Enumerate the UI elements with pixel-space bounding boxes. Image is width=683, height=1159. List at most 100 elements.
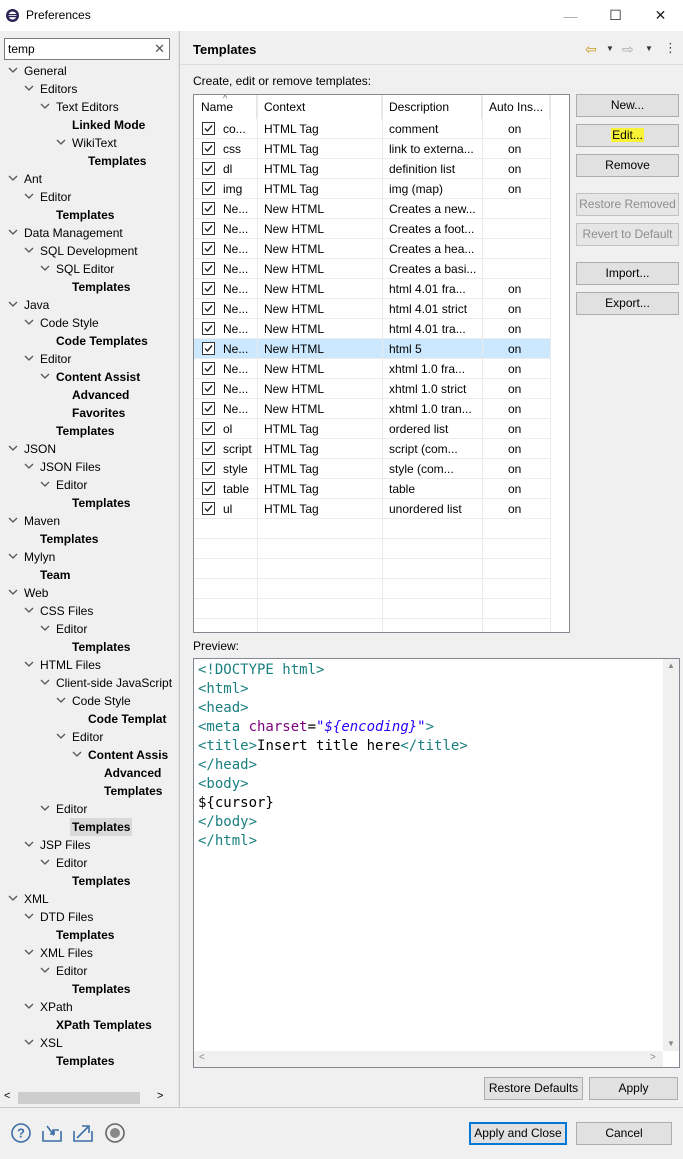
chevron-down-icon[interactable] [24, 908, 34, 926]
chevron-down-icon[interactable] [8, 584, 18, 602]
table-row[interactable]: Ne... New HTML xhtml 1.0 strict on [194, 379, 550, 399]
enabled-checkbox[interactable] [202, 422, 215, 435]
filter-field[interactable]: temp ✕ [4, 38, 170, 60]
scroll-right-icon[interactable]: > [157, 1090, 163, 1102]
restore-defaults-button[interactable]: Restore Defaults [484, 1077, 583, 1100]
column-header-auto-insert[interactable]: Auto Ins... [482, 95, 550, 119]
forward-arrow-icon[interactable]: ⇨ [622, 41, 634, 58]
enabled-checkbox[interactable] [202, 202, 215, 215]
scroll-up-icon[interactable]: ▲ [667, 661, 675, 670]
table-row[interactable]: css HTML Tag link to externa... on [194, 139, 550, 159]
enabled-checkbox[interactable] [202, 502, 215, 515]
table-row[interactable]: co... HTML Tag comment on [194, 119, 550, 139]
preference-tree[interactable]: General Editors Text Editors Linked Mode Wik… [0, 62, 178, 1090]
apply-and-close-button[interactable]: Apply and Close [469, 1122, 567, 1145]
chevron-down-icon[interactable] [8, 440, 18, 458]
chevron-down-icon[interactable] [8, 224, 18, 242]
chevron-down-icon[interactable] [40, 674, 50, 692]
edit-button[interactable]: Edit... [576, 124, 679, 147]
table-row[interactable]: Ne... New HTML Creates a new... [194, 199, 550, 219]
export-preferences-icon[interactable] [72, 1123, 94, 1143]
chevron-down-icon[interactable] [8, 62, 18, 80]
chevron-down-icon[interactable] [40, 962, 50, 980]
table-row[interactable]: Ne... New HTML Creates a basi... [194, 259, 550, 279]
chevron-down-icon[interactable] [8, 548, 18, 566]
import-button[interactable]: Import... [576, 262, 679, 285]
table-row[interactable]: Ne... New HTML xhtml 1.0 fra... on [194, 359, 550, 379]
table-row[interactable]: script HTML Tag script (com... on [194, 439, 550, 459]
scroll-left-icon[interactable]: < [4, 1090, 10, 1102]
enabled-checkbox[interactable] [202, 362, 215, 375]
import-preferences-icon[interactable] [41, 1123, 63, 1143]
preview-editor[interactable]: <!DOCTYPE html> <html> <head> <meta charset… [193, 658, 680, 1068]
table-row[interactable]: ol HTML Tag ordered list on [194, 419, 550, 439]
preview-horizontal-scrollbar[interactable]: < > [194, 1051, 663, 1067]
new-button[interactable]: New... [576, 94, 679, 117]
table-row[interactable]: Ne... New HTML xhtml 1.0 tran... on [194, 399, 550, 419]
enabled-checkbox[interactable] [202, 222, 215, 235]
chevron-down-icon[interactable] [8, 890, 18, 908]
chevron-down-icon[interactable] [24, 602, 34, 620]
chevron-down-icon[interactable] [24, 80, 34, 98]
chevron-down-icon[interactable] [40, 368, 50, 386]
column-header-name[interactable]: Name ^ [194, 95, 257, 119]
chevron-down-icon[interactable] [40, 476, 50, 494]
chevron-down-icon[interactable] [24, 1034, 34, 1052]
preview-vertical-scrollbar[interactable]: ▲ ▼ [663, 659, 679, 1051]
table-row[interactable]: table HTML Tag table on [194, 479, 550, 499]
chevron-down-icon[interactable] [8, 296, 18, 314]
record-icon[interactable] [104, 1123, 126, 1143]
scroll-thumb[interactable] [18, 1092, 140, 1104]
enabled-checkbox[interactable] [202, 482, 215, 495]
enabled-checkbox[interactable] [202, 402, 215, 415]
chevron-down-icon[interactable] [24, 836, 34, 854]
back-arrow-icon[interactable]: ⇦ [585, 41, 597, 58]
table-row[interactable]: Ne... New HTML html 4.01 strict on [194, 299, 550, 319]
enabled-checkbox[interactable] [202, 462, 215, 475]
forward-dropdown-icon[interactable]: ▼ [645, 44, 653, 53]
chevron-down-icon[interactable] [24, 944, 34, 962]
scroll-right-icon[interactable]: > [650, 1052, 656, 1063]
remove-button[interactable]: Remove [576, 154, 679, 177]
chevron-down-icon[interactable] [24, 656, 34, 674]
chevron-down-icon[interactable] [8, 512, 18, 530]
export-button[interactable]: Export... [576, 292, 679, 315]
enabled-checkbox[interactable] [202, 442, 215, 455]
chevron-down-icon[interactable] [40, 260, 50, 278]
chevron-down-icon[interactable] [56, 134, 66, 152]
chevron-down-icon[interactable] [24, 242, 34, 260]
tree-horizontal-scrollbar[interactable]: < > [0, 1090, 178, 1106]
pane-divider[interactable] [178, 31, 180, 1107]
cancel-button[interactable]: Cancel [576, 1122, 672, 1145]
apply-button[interactable]: Apply [589, 1077, 678, 1100]
help-icon[interactable]: ? [10, 1123, 32, 1143]
table-row[interactable]: style HTML Tag style (com... on [194, 459, 550, 479]
chevron-down-icon[interactable] [8, 170, 18, 188]
chevron-down-icon[interactable] [56, 692, 66, 710]
enabled-checkbox[interactable] [202, 302, 215, 315]
chevron-down-icon[interactable] [40, 800, 50, 818]
chevron-down-icon[interactable] [56, 728, 66, 746]
enabled-checkbox[interactable] [202, 342, 215, 355]
chevron-down-icon[interactable] [24, 314, 34, 332]
enabled-checkbox[interactable] [202, 262, 215, 275]
enabled-checkbox[interactable] [202, 122, 215, 135]
maximize-button[interactable]: ☐ [593, 0, 638, 31]
table-row[interactable]: Ne... New HTML html 4.01 tra... on [194, 319, 550, 339]
table-row[interactable]: img HTML Tag img (map) on [194, 179, 550, 199]
table-row[interactable]: Ne... New HTML html 5 on [194, 339, 550, 359]
clear-filter-icon[interactable]: ✕ [154, 41, 165, 57]
chevron-down-icon[interactable] [24, 998, 34, 1016]
table-row[interactable]: Ne... New HTML html 4.01 fra... on [194, 279, 550, 299]
chevron-down-icon[interactable] [40, 98, 50, 116]
chevron-down-icon[interactable] [24, 188, 34, 206]
templates-table[interactable]: Name ^ Context Description Auto Ins... co… [193, 94, 570, 633]
table-row[interactable]: dl HTML Tag definition list on [194, 159, 550, 179]
enabled-checkbox[interactable] [202, 162, 215, 175]
enabled-checkbox[interactable] [202, 142, 215, 155]
chevron-down-icon[interactable] [24, 458, 34, 476]
enabled-checkbox[interactable] [202, 182, 215, 195]
enabled-checkbox[interactable] [202, 282, 215, 295]
back-dropdown-icon[interactable]: ▼ [606, 44, 614, 53]
scroll-left-icon[interactable]: < [199, 1052, 205, 1063]
